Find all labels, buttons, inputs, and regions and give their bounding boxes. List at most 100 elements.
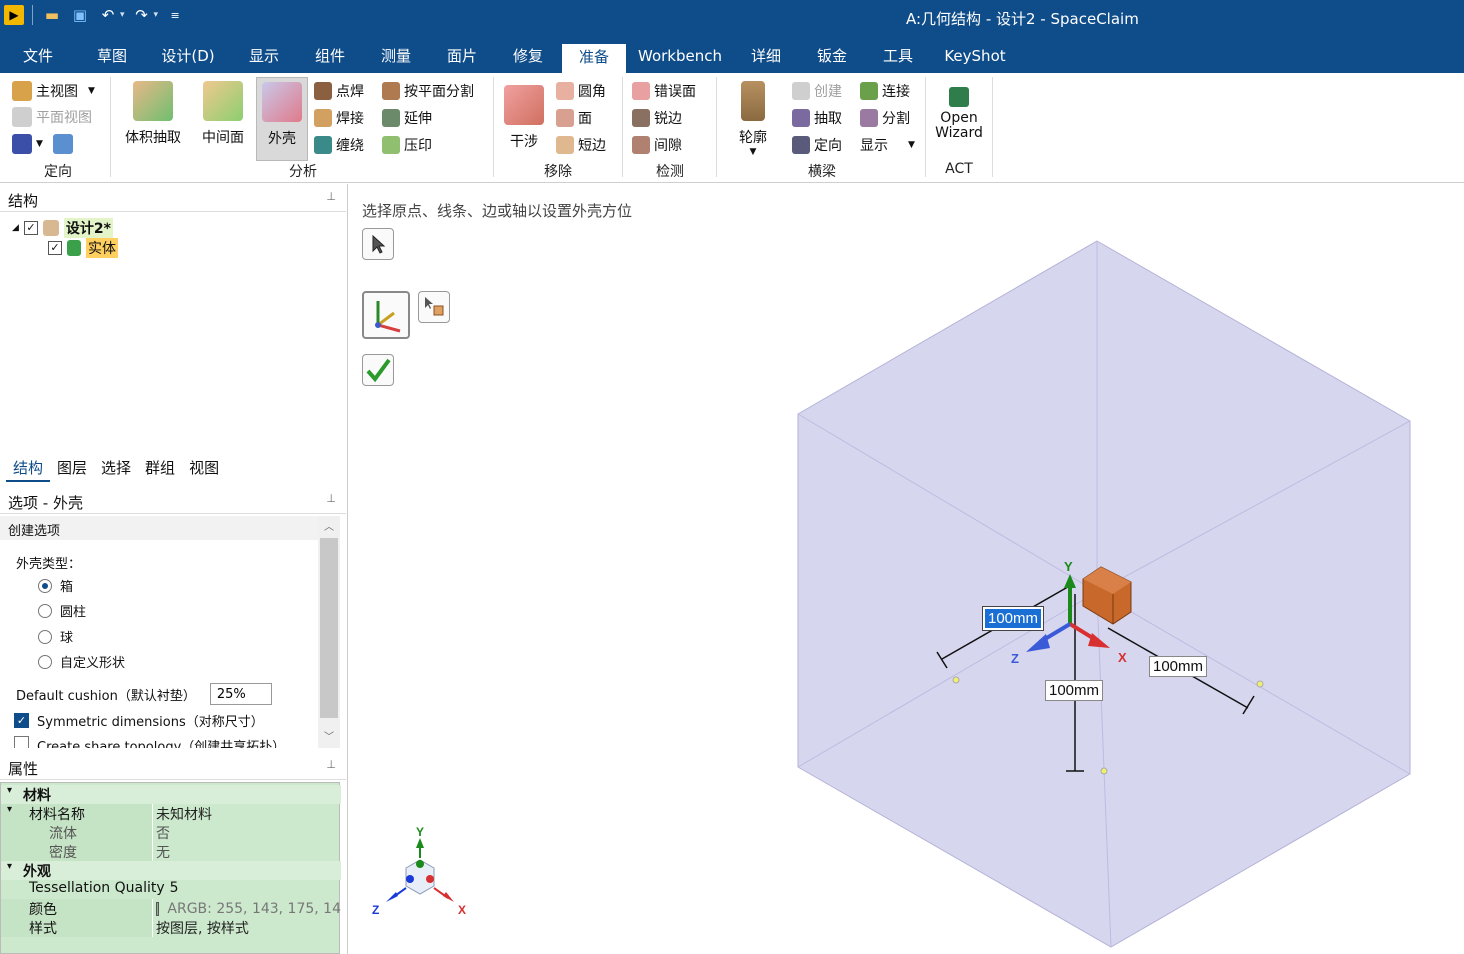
open-folder-icon[interactable]: ▬ xyxy=(41,4,63,26)
solid-visibility-checkbox[interactable]: ✓ xyxy=(48,241,62,255)
handle-point[interactable] xyxy=(1256,680,1264,688)
handle-point[interactable] xyxy=(952,676,960,684)
extract-beam-button[interactable]: 抽取 xyxy=(792,108,842,128)
tab-display[interactable]: 显示 xyxy=(244,34,284,73)
tab-measure[interactable]: 测量 xyxy=(376,34,416,73)
handle-point[interactable] xyxy=(1100,767,1108,775)
radio-box[interactable]: 箱 xyxy=(38,576,73,595)
tab-facets[interactable]: 面片 xyxy=(442,34,482,73)
prop-row-material-name[interactable]: ▾ 材料名称 未知材料 xyxy=(1,804,341,823)
tab-assembly[interactable]: 组件 xyxy=(310,34,350,73)
chevron-down-icon[interactable]: ▾ xyxy=(1,785,23,804)
root-visibility-checkbox[interactable]: ✓ xyxy=(23,221,38,235)
pin-icon[interactable]: ⊥ xyxy=(326,758,336,771)
chevron-down-icon[interactable]: ▼ xyxy=(908,140,915,150)
spot-weld-button[interactable]: 点焊 xyxy=(314,81,364,101)
share-topology-checkbox[interactable] xyxy=(14,736,29,748)
tab-tools[interactable]: 工具 xyxy=(878,34,918,73)
radio-box-control[interactable] xyxy=(38,578,52,593)
prop-row-tessellation[interactable]: Tessellation Quality 5 xyxy=(1,880,341,899)
chevron-down-icon[interactable]: ▾ xyxy=(1,861,23,880)
tab-groups[interactable]: 群组 xyxy=(138,455,182,482)
category-material[interactable]: ▾ 材料 xyxy=(1,785,341,804)
symmetric-dimensions-row[interactable]: ✓ Symmetric dimensions（对称尺寸） xyxy=(14,711,264,730)
tab-sheetmetal[interactable]: 钣金 xyxy=(812,34,852,73)
snap-view-icon[interactable] xyxy=(52,134,73,154)
chevron-down-icon[interactable]: ▾ xyxy=(7,804,12,815)
view-compass[interactable]: Y X Z xyxy=(372,825,466,917)
options-section-header[interactable]: 创建选项 xyxy=(0,516,318,540)
tab-workbench[interactable]: Workbench xyxy=(638,34,722,73)
cushion-input[interactable] xyxy=(209,683,272,705)
orient-beam-button[interactable]: 定向 xyxy=(792,135,842,155)
pin-icon[interactable]: ⊥ xyxy=(326,190,336,203)
prop-row-color[interactable]: 颜色 ARGB: 255, 143, 175, 14 xyxy=(1,899,341,918)
mid-surface-button[interactable]: 中间面 xyxy=(192,81,254,147)
open-wizard-button[interactable]: Open Wizard xyxy=(932,87,986,141)
redo-icon[interactable]: ↷ xyxy=(131,4,153,26)
sharp-edge-button[interactable]: 锐边 xyxy=(632,108,682,128)
app-logo-icon[interactable]: ▶ xyxy=(4,5,24,25)
split-beam-button[interactable]: 分割 xyxy=(860,108,910,128)
scroll-up-icon[interactable]: ︿ xyxy=(318,518,340,533)
graphics-viewport[interactable]: 选择原点、线条、边或轴以设置外壳方位 Y X Z Y X Z 100mm 100… xyxy=(347,184,1464,954)
tab-keyshot[interactable]: KeyShot xyxy=(944,34,1006,73)
undo-dropdown-icon[interactable]: ▾ xyxy=(120,10,125,20)
tab-layers[interactable]: 图层 xyxy=(50,455,94,482)
save-icon[interactable]: ▣ xyxy=(69,4,91,26)
symmetric-checkbox[interactable]: ✓ xyxy=(14,713,29,728)
short-edge-button[interactable]: 短边 xyxy=(556,135,606,155)
gap-button[interactable]: 间隙 xyxy=(632,135,682,155)
radio-sphere-control[interactable] xyxy=(38,629,52,644)
redo-dropdown-icon[interactable]: ▾ xyxy=(154,10,159,20)
prop-row-style[interactable]: 样式 按图层, 按样式 xyxy=(1,918,341,937)
tab-prepare[interactable]: 准备 xyxy=(562,44,626,73)
create-beam-button[interactable]: 创建 xyxy=(792,81,842,101)
dimension-label-height[interactable]: 100mm xyxy=(1045,680,1104,701)
dimension-label-width[interactable]: 100mm xyxy=(1149,656,1208,677)
chevron-down-icon[interactable]: ▼ xyxy=(36,139,43,149)
display-beam-button[interactable]: 显示 ▼ xyxy=(860,135,915,155)
options-scrollbar[interactable]: ︿ ﹀ xyxy=(318,516,340,748)
tab-sketch[interactable]: 草图 xyxy=(90,34,134,73)
undo-icon[interactable]: ↶ xyxy=(97,4,119,26)
category-appearance[interactable]: ▾ 外观 xyxy=(1,861,341,880)
split-by-plane-button[interactable]: 按平面分割 xyxy=(382,81,474,101)
tree-root[interactable]: ◢ ✓ 设计2* xyxy=(12,218,113,238)
imprint-button[interactable]: 压印 xyxy=(382,135,432,155)
radio-custom-control[interactable] xyxy=(38,654,52,669)
collapse-triangle-icon[interactable]: ◢ xyxy=(12,223,19,233)
pin-icon[interactable]: ⊥ xyxy=(326,492,336,505)
wrap-button[interactable]: 缠绕 xyxy=(314,135,364,155)
prop-row-density[interactable]: 密度无 xyxy=(1,842,341,861)
connect-beam-button[interactable]: 连接 xyxy=(860,81,910,101)
round-button[interactable]: 圆角 xyxy=(556,81,606,101)
chevron-down-icon[interactable]: ▼ xyxy=(88,86,95,96)
weld-button[interactable]: 焊接 xyxy=(314,108,364,128)
extend-button[interactable]: 延伸 xyxy=(382,108,432,128)
face-button[interactable]: 面 xyxy=(556,108,592,128)
tab-views[interactable]: 视图 xyxy=(182,455,226,482)
enclosure-button[interactable]: 外壳 xyxy=(256,77,308,161)
tab-design[interactable]: 设计(D) xyxy=(158,34,218,73)
orient-cube-button[interactable]: ▼ xyxy=(12,134,73,154)
tree-child-solid[interactable]: ✓ 实体 xyxy=(48,238,118,258)
tab-detail[interactable]: 详细 xyxy=(746,34,786,73)
dimension-input-depth[interactable]: 100mm xyxy=(981,606,1045,631)
home-view-button[interactable]: 主视图 ▼ xyxy=(12,81,95,101)
plan-view-button[interactable]: 平面视图 xyxy=(12,107,92,127)
scroll-down-icon[interactable]: ﹀ xyxy=(318,728,340,743)
color-swatch[interactable] xyxy=(156,901,160,916)
customize-toolbar-icon[interactable]: ≡ xyxy=(164,4,186,26)
tab-file[interactable]: 文件 xyxy=(16,34,60,73)
tab-repair[interactable]: 修复 xyxy=(508,34,548,73)
radio-cylinder[interactable]: 圆柱 xyxy=(38,601,86,620)
volume-extract-button[interactable]: 体积抽取 xyxy=(118,81,188,147)
tab-selection[interactable]: 选择 xyxy=(94,455,138,482)
radio-cylinder-control[interactable] xyxy=(38,603,52,618)
radio-sphere[interactable]: 球 xyxy=(38,627,73,646)
prop-row-fluid[interactable]: 流体否 xyxy=(1,823,341,842)
scrollbar-thumb[interactable] xyxy=(320,538,338,718)
chevron-down-icon[interactable]: ▼ xyxy=(728,147,778,157)
interference-button[interactable]: 干涉 xyxy=(500,85,548,151)
